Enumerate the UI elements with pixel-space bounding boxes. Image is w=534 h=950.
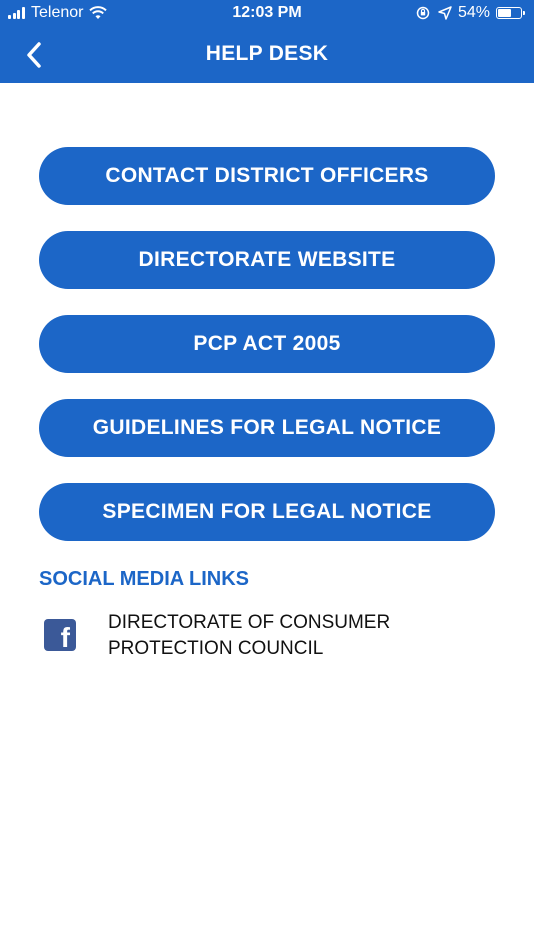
facebook-link-label[interactable]: DIRECTORATE OF CONSUMER PROTECTION COUNC… (108, 610, 488, 662)
status-right: 54% (416, 4, 525, 22)
facebook-link-line2: PROTECTION COUNCIL (108, 638, 324, 659)
facebook-icon[interactable]: f (44, 619, 76, 651)
orientation-lock-icon (416, 6, 430, 20)
guidelines-legal-notice-button[interactable]: GUIDELINES FOR LEGAL NOTICE (39, 399, 495, 457)
directorate-website-button[interactable]: DIRECTORATE WEBSITE (39, 231, 495, 289)
nav-bar: HELP DESK (0, 28, 534, 83)
page-title: HELP DESK (205, 42, 329, 65)
facebook-link[interactable]: f DIRECTORATE OF CONSUMER PROTECTION COU… (39, 608, 499, 668)
contact-district-officers-button[interactable]: CONTACT DISTRICT OFFICERS (39, 147, 495, 205)
pcp-act-2005-button[interactable]: PCP ACT 2005 (39, 315, 495, 373)
status-bar: Telenor 12:03 PM 54% (0, 0, 534, 28)
location-icon (438, 6, 452, 20)
battery-percent: 54% (457, 4, 490, 21)
specimen-legal-notice-button[interactable]: SPECIMEN FOR LEGAL NOTICE (39, 483, 495, 541)
social-media-heading: SOCIAL MEDIA LINKS (39, 568, 250, 590)
facebook-link-line1: DIRECTORATE OF CONSUMER (108, 612, 391, 633)
top-bar: Telenor 12:03 PM 54% HELP DESK (0, 0, 534, 83)
battery-fill (498, 9, 511, 17)
battery-icon (496, 7, 525, 19)
